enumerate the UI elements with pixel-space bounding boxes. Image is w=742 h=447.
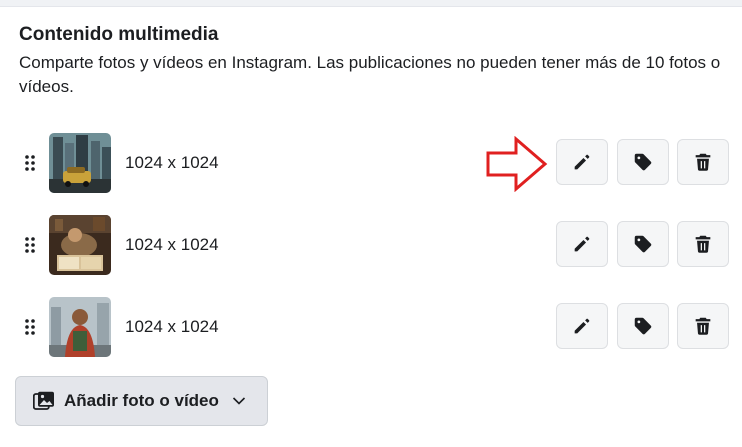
tag-button[interactable] <box>617 221 669 267</box>
add-media-label: Añadir foto o vídeo <box>64 391 219 410</box>
media-row: 1024 x 1024 <box>0 215 742 277</box>
edit-button[interactable] <box>556 303 608 349</box>
delete-button[interactable] <box>677 303 729 349</box>
trash-icon <box>695 317 711 335</box>
media-dimensions: 1024 x 1024 <box>125 153 219 172</box>
media-thumbnail <box>49 133 111 193</box>
tag-icon <box>634 153 652 171</box>
chevron-down-icon <box>232 397 246 405</box>
section-description: Comparte fotos y vídeos en Instagram. La… <box>19 53 721 96</box>
media-row: 1024 x 1024 <box>0 297 742 359</box>
edit-button[interactable] <box>556 139 608 185</box>
delete-button[interactable] <box>677 221 729 267</box>
annotation-arrow-icon <box>486 136 548 192</box>
add-media-button[interactable]: Añadir foto o vídeo <box>15 376 268 426</box>
pencil-icon <box>574 154 590 170</box>
delete-button[interactable] <box>677 139 729 185</box>
trash-icon <box>695 235 711 253</box>
media-thumbnail <box>49 297 111 357</box>
media-dimensions: 1024 x 1024 <box>125 317 219 336</box>
media-row: 1024 x 1024 <box>0 133 742 195</box>
tag-button[interactable] <box>617 139 669 185</box>
media-dimensions: 1024 x 1024 <box>125 235 219 254</box>
media-thumbnail <box>49 215 111 275</box>
drag-handle-icon[interactable] <box>24 154 36 172</box>
drag-handle-icon[interactable] <box>24 236 36 254</box>
photo-gallery-icon <box>33 391 54 410</box>
tag-icon <box>634 317 652 335</box>
tag-button[interactable] <box>617 303 669 349</box>
drag-handle-icon[interactable] <box>24 318 36 336</box>
pencil-icon <box>574 236 590 252</box>
edit-button[interactable] <box>556 221 608 267</box>
pencil-icon <box>574 318 590 334</box>
tag-icon <box>634 235 652 253</box>
trash-icon <box>695 153 711 171</box>
section-title: Contenido multimedia <box>19 24 219 45</box>
